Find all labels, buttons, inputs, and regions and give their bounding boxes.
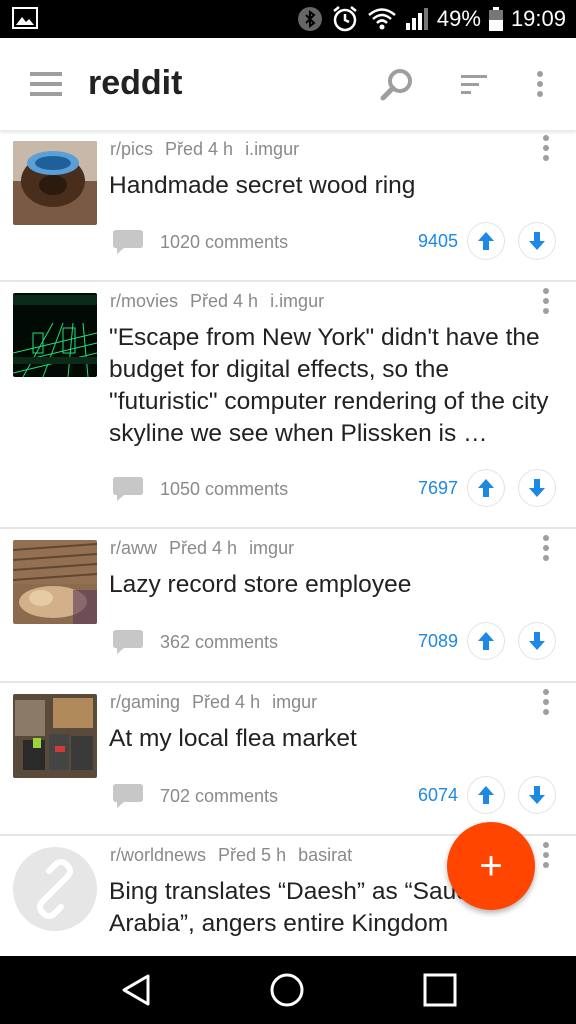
post-overflow-icon[interactable] xyxy=(536,534,556,562)
post-meta: r/worldnews Před 5 h basirat xyxy=(110,845,364,866)
upvote-button[interactable] xyxy=(468,223,504,259)
battery-icon xyxy=(488,7,503,31)
post-thumbnail[interactable] xyxy=(13,141,97,225)
post-age: Před 5 h xyxy=(218,845,287,865)
post-overflow-icon[interactable] xyxy=(536,688,556,716)
post-overflow-icon[interactable] xyxy=(536,287,556,315)
post-comments[interactable]: 702 comments xyxy=(112,782,278,810)
comment-count: 362 comments xyxy=(160,631,279,652)
downvote-arrow-icon xyxy=(529,786,545,804)
downvote-arrow-icon xyxy=(529,632,545,650)
menu-icon[interactable] xyxy=(30,72,62,96)
post-title[interactable]: Handmade secret wood ring xyxy=(109,170,554,202)
post-age: Před 4 h xyxy=(190,291,259,311)
image-notification-icon xyxy=(12,7,38,29)
post-title[interactable]: Lazy record store employee xyxy=(109,569,554,601)
search-icon[interactable] xyxy=(380,68,414,102)
downvote-arrow-icon xyxy=(529,232,545,250)
upvote-arrow-icon xyxy=(478,232,494,250)
post-domain: imgur xyxy=(272,692,318,712)
back-icon[interactable] xyxy=(118,972,154,1008)
comment-count: 1050 comments xyxy=(160,478,289,499)
upvote-button[interactable] xyxy=(468,777,504,813)
post-score: 6074 xyxy=(417,785,458,805)
post-thumbnail[interactable] xyxy=(13,540,97,624)
downvote-button[interactable] xyxy=(519,223,555,259)
post-score: 9405 xyxy=(417,231,458,251)
post-comments[interactable]: 362 comments xyxy=(112,628,278,656)
new-post-fab[interactable]: + xyxy=(447,822,535,910)
post-age: Před 4 h xyxy=(165,139,234,159)
post-score: 7089 xyxy=(417,631,458,651)
clock: 19:09 xyxy=(510,6,566,31)
app-title: reddit xyxy=(88,64,183,102)
post-title[interactable]: "Escape from New York" didn't have the b… xyxy=(109,322,554,450)
post-thumbnail[interactable] xyxy=(13,293,97,377)
post-title[interactable]: At my local flea market xyxy=(109,723,554,755)
post-thumbnail[interactable] xyxy=(13,694,97,778)
post-comments[interactable]: 1020 comments xyxy=(112,228,288,256)
upvote-button[interactable] xyxy=(468,623,504,659)
link-icon xyxy=(37,859,73,919)
post-item[interactable]: r/aww Před 4 h imgur Lazy record store emp… xyxy=(0,528,576,683)
post-meta: r/pics Před 4 h i.imgur xyxy=(110,139,311,160)
comment-icon xyxy=(113,630,143,654)
system-nav-bar xyxy=(0,956,576,1024)
downvote-button[interactable] xyxy=(519,470,555,506)
downvote-button[interactable] xyxy=(519,777,555,813)
upvote-arrow-icon xyxy=(478,632,494,650)
comment-icon xyxy=(113,477,143,501)
comment-count: 702 comments xyxy=(160,785,279,806)
post-meta: r/aww Před 4 h imgur xyxy=(110,538,306,559)
recents-icon[interactable] xyxy=(422,972,458,1008)
post-age: Před 4 h xyxy=(192,692,261,712)
sort-icon[interactable] xyxy=(458,68,492,102)
status-bar: 49% 19:09 xyxy=(0,0,576,38)
post-subreddit[interactable]: r/movies xyxy=(110,291,178,311)
post-subreddit[interactable]: r/worldnews xyxy=(110,845,206,865)
downvote-arrow-icon xyxy=(529,479,545,497)
post-subreddit[interactable]: r/pics xyxy=(110,139,153,159)
post-item[interactable]: r/gaming Před 4 h imgur At my local flea m… xyxy=(0,682,576,836)
link-thumbnail[interactable] xyxy=(13,847,97,931)
post-item[interactable]: r/movies Před 4 h i.imgur "Escape from New… xyxy=(0,281,576,529)
post-domain: imgur xyxy=(249,538,295,558)
comment-icon xyxy=(113,784,143,808)
wifi-icon xyxy=(368,8,396,30)
signal-icon xyxy=(405,8,428,30)
post-meta: r/gaming Před 4 h imgur xyxy=(110,692,329,713)
post-domain: basirat xyxy=(298,845,353,865)
fab-plus: + xyxy=(479,843,503,888)
upvote-arrow-icon xyxy=(478,786,494,804)
bluetooth-icon xyxy=(297,7,322,31)
post-subreddit[interactable]: r/aww xyxy=(110,538,157,558)
post-subreddit[interactable]: r/gaming xyxy=(110,692,180,712)
post-age: Před 4 h xyxy=(169,538,238,558)
alarm-icon xyxy=(333,6,357,32)
battery-percent: 49% xyxy=(436,6,481,31)
upvote-arrow-icon xyxy=(478,479,494,497)
post-score: 7697 xyxy=(417,478,458,498)
post-domain: i.imgur xyxy=(245,139,300,159)
downvote-button[interactable] xyxy=(519,623,555,659)
upvote-button[interactable] xyxy=(468,470,504,506)
post-item[interactable]: r/pics Před 4 h i.imgur Handmade secret wo… xyxy=(0,130,576,282)
post-meta: r/movies Před 4 h i.imgur xyxy=(110,291,336,312)
post-overflow-icon[interactable] xyxy=(536,134,556,162)
post-overflow-icon[interactable] xyxy=(536,841,556,869)
post-comments[interactable]: 1050 comments xyxy=(112,475,288,503)
more-options-icon[interactable] xyxy=(523,68,557,102)
home-icon[interactable] xyxy=(269,972,305,1008)
comment-icon xyxy=(113,230,143,254)
post-domain: i.imgur xyxy=(270,291,325,311)
app-bar: reddit xyxy=(0,38,576,130)
comment-count: 1020 comments xyxy=(160,231,289,252)
